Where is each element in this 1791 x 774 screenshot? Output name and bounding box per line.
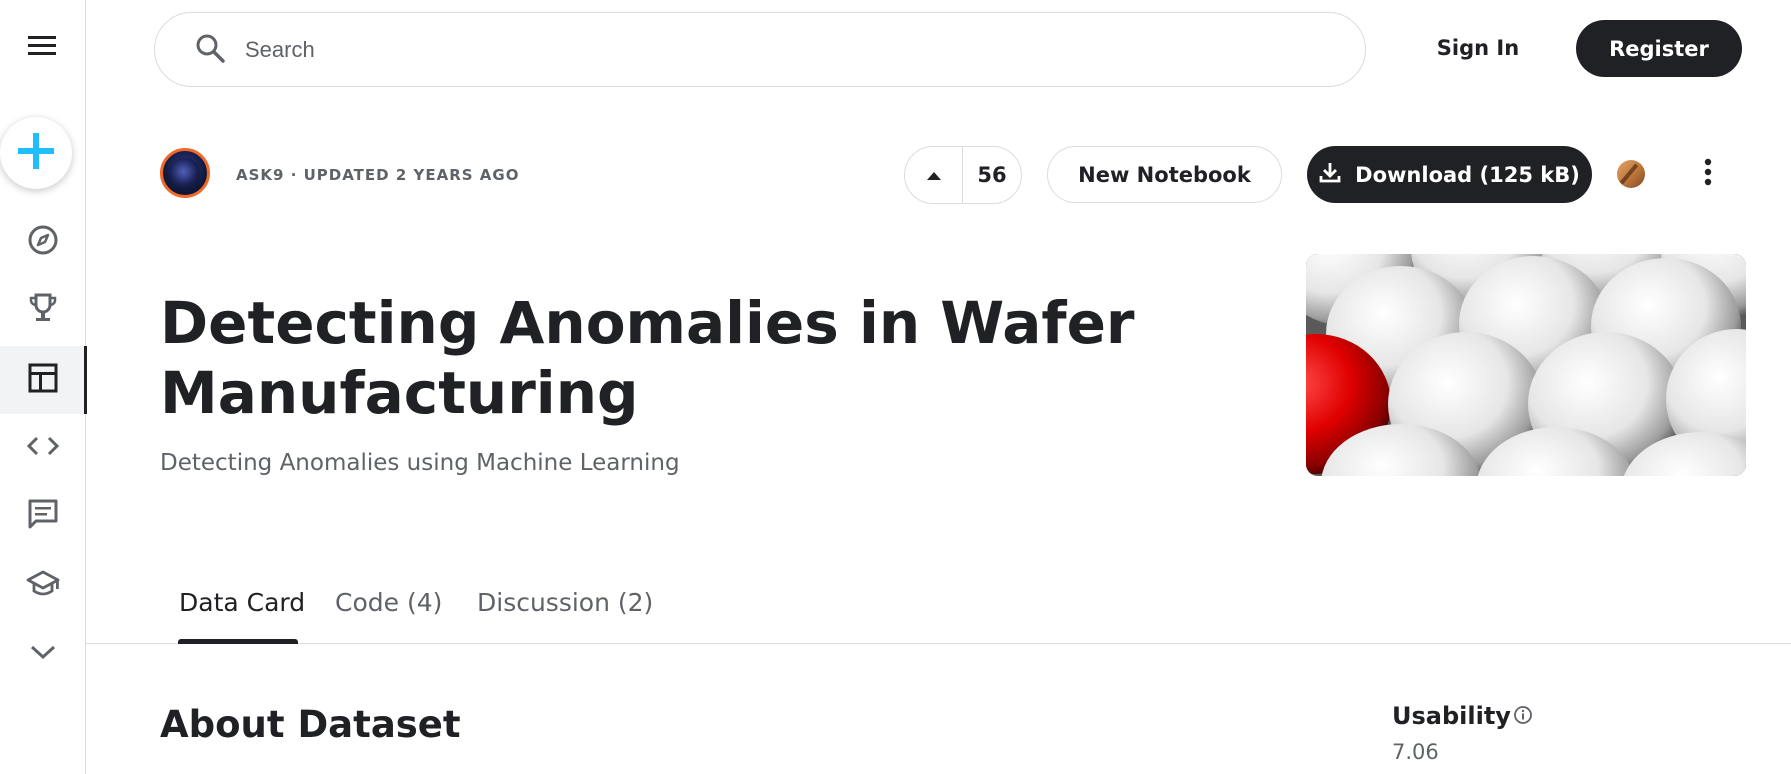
owner-update-line: ASK9 · UPDATED 2 YEARS AGO: [236, 166, 520, 184]
search-bar[interactable]: [154, 12, 1366, 87]
left-sidebar: [0, 0, 87, 774]
sidebar-item-explore[interactable]: [0, 208, 86, 276]
usability-value: 7.06: [1392, 740, 1439, 764]
download-button[interactable]: Download (125 kB): [1307, 146, 1592, 203]
download-label: Download (125 kB): [1355, 162, 1580, 187]
plus-icon: [16, 131, 56, 175]
page-title: Detecting Anomalies in Wafer Manufacturi…: [160, 289, 1135, 427]
caret-up-icon: [926, 166, 942, 185]
menu-icon: [28, 35, 58, 61]
search-icon: [155, 33, 225, 67]
download-icon: [1319, 161, 1355, 188]
table-icon: [28, 363, 58, 397]
more-options-button[interactable]: [1690, 150, 1726, 198]
vote-count: 56: [977, 163, 1007, 187]
tab-discussion[interactable]: Discussion (2): [477, 588, 653, 617]
new-notebook-button[interactable]: New Notebook: [1047, 146, 1282, 203]
school-icon: [26, 569, 60, 603]
avatar[interactable]: [160, 148, 210, 198]
dataset-cover-image: [1306, 254, 1746, 476]
active-tab-indicator: [178, 639, 298, 644]
tab-code[interactable]: Code (4): [335, 588, 442, 617]
medal-icon: [1617, 160, 1645, 188]
info-icon[interactable]: [1513, 705, 1533, 725]
chevron-down-icon: [29, 643, 57, 665]
upvote-control: 56: [904, 146, 1022, 204]
sidebar-item-discussions[interactable]: [0, 482, 86, 550]
sidebar-item-code[interactable]: [0, 414, 86, 482]
menu-button[interactable]: [0, 14, 86, 82]
sidebar-item-competitions[interactable]: [0, 276, 86, 344]
tab-data-card[interactable]: Data Card: [179, 588, 305, 617]
register-button[interactable]: Register: [1576, 20, 1742, 77]
avatar-image: [170, 158, 200, 188]
sidebar-item-learn[interactable]: [0, 552, 86, 620]
sign-in-button[interactable]: Sign In: [1420, 20, 1536, 76]
sidebar-item-more[interactable]: [0, 620, 86, 688]
page-subtitle: Detecting Anomalies using Machine Learni…: [160, 450, 680, 476]
upvote-button[interactable]: [905, 147, 963, 203]
code-icon: [26, 435, 60, 461]
tab-bar: Data Card Code (4) Discussion (2): [86, 570, 1791, 644]
usability-label: Usability: [1392, 702, 1511, 730]
search-input[interactable]: [245, 36, 1145, 63]
create-button[interactable]: [0, 117, 72, 189]
trophy-icon: [28, 292, 58, 328]
more-vert-icon: [1704, 158, 1712, 190]
section-title: About Dataset: [160, 703, 461, 746]
compass-icon: [27, 224, 59, 260]
comment-icon: [27, 498, 59, 534]
sidebar-item-datasets[interactable]: [0, 346, 87, 414]
